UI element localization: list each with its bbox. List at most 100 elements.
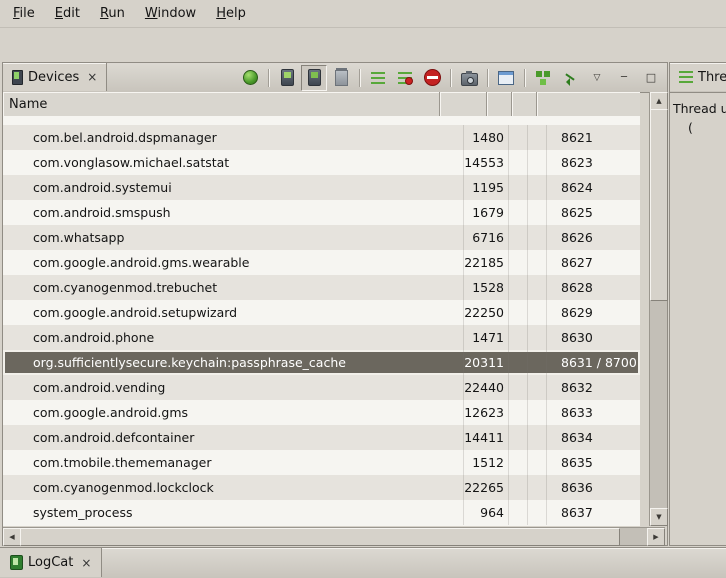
tab-logcat-close-icon[interactable]: ×	[81, 557, 91, 569]
update-heap-button[interactable]	[274, 65, 300, 91]
cell-port: 8624	[547, 175, 640, 200]
cell-pid: 22265	[464, 475, 509, 500]
cell-pid: 22250	[464, 300, 509, 325]
cell-name: com.vonglasow.michael.satstat	[3, 150, 464, 175]
horizontal-scrollbar[interactable]: ◀ ▶	[3, 527, 665, 545]
menu-help[interactable]: Help	[207, 2, 257, 25]
update-heap-icon	[281, 69, 294, 86]
cell-c3	[509, 325, 528, 350]
tab-logcat[interactable]: LogCat ×	[0, 548, 102, 577]
cell-c4	[528, 425, 547, 450]
column-header-pid[interactable]	[440, 92, 487, 116]
tab-devices-label: Devices	[28, 70, 79, 85]
table-row[interactable]: com.android.vending224408632	[3, 375, 640, 400]
table-row[interactable]: com.tmobile.thememanager15128635	[3, 450, 640, 475]
menu-edit[interactable]: Edit	[46, 2, 91, 25]
cell-c3	[509, 500, 528, 525]
cell-name: com.cyanogenmod.trebuchet	[3, 275, 464, 300]
cell-name: com.android.smspush	[3, 200, 464, 225]
column-header-3[interactable]	[487, 92, 512, 116]
cell-pid: 1512	[464, 450, 509, 475]
scroll-up-button[interactable]: ▲	[650, 92, 668, 110]
cell-c3	[509, 175, 528, 200]
devices-toolbar: ▽─□	[237, 64, 664, 91]
cell-name: com.android.defcontainer	[3, 425, 464, 450]
column-header-4[interactable]	[512, 92, 537, 116]
system-ui-capture-icon	[498, 71, 514, 85]
cell-name: com.android.systemui	[3, 175, 464, 200]
screen-capture-button[interactable]	[456, 65, 482, 91]
logcat-icon	[10, 555, 23, 570]
cell-pid: 964	[464, 500, 509, 525]
cell-c4	[528, 225, 547, 250]
cell-port: 8634	[547, 425, 640, 450]
update-threads-button[interactable]	[365, 65, 391, 91]
table-row[interactable]: system_process9648637	[3, 500, 640, 525]
device-table-body: com.bel.android.dspmanager14808621com.vo…	[3, 116, 640, 526]
cell-name: com.whatsapp	[3, 225, 464, 250]
vertical-scrollbar-thumb[interactable]	[650, 109, 668, 301]
menu-window[interactable]: Window	[136, 2, 207, 25]
column-header-port[interactable]	[537, 92, 640, 116]
cell-c4	[528, 350, 547, 375]
toolbar-separator	[268, 69, 269, 87]
horizontal-scrollbar-thumb[interactable]	[20, 528, 620, 546]
menu-file[interactable]: File	[4, 2, 46, 25]
dump-hprof-button[interactable]	[301, 65, 327, 91]
cell-c4	[528, 450, 547, 475]
table-row[interactable]: com.android.smspush16798625	[3, 200, 640, 225]
table-row[interactable]: com.android.defcontainer144118634	[3, 425, 640, 450]
cell-pid: 22185	[464, 250, 509, 275]
column-header-name[interactable]: Name	[3, 92, 440, 116]
main-toolbar	[0, 28, 726, 60]
vertical-scrollbar[interactable]: ▲ ▼	[649, 92, 667, 526]
table-row[interactable]: com.android.phone14718630	[3, 325, 640, 350]
method-profiling-button[interactable]	[392, 65, 418, 91]
opengl-trace-button[interactable]	[557, 65, 583, 91]
menu-run[interactable]: Run	[91, 2, 136, 25]
cell-c4	[528, 375, 547, 400]
devices-tabbar: Devices × ▽─□	[3, 63, 667, 93]
table-row[interactable]: com.android.systemui11958624	[3, 175, 640, 200]
threads-message-line2: (	[673, 119, 726, 138]
system-ui-capture-button[interactable]	[493, 65, 519, 91]
cell-port: 8633	[547, 400, 640, 425]
cell-pid: 12623	[464, 400, 509, 425]
table-row[interactable]: com.cyanogenmod.trebuchet15288628	[3, 275, 640, 300]
scroll-right-button[interactable]: ▶	[647, 528, 665, 546]
tab-threads[interactable]: Threa	[670, 63, 726, 91]
table-row[interactable]: com.vonglasow.michael.satstat145538623	[3, 150, 640, 175]
method-profiling-icon	[398, 72, 412, 84]
devices-panel: Devices × ▽─□ Name com.bel.android.dspma…	[2, 62, 668, 546]
view-menu-button[interactable]: ▽	[584, 65, 610, 91]
scroll-down-button[interactable]: ▼	[650, 508, 668, 526]
view-hierarchy-button[interactable]	[530, 65, 556, 91]
table-row[interactable]: com.cyanogenmod.lockclock222658636	[3, 475, 640, 500]
tab-devices[interactable]: Devices ×	[3, 63, 107, 91]
table-row[interactable]: com.google.android.gms.wearable221858627	[3, 250, 640, 275]
threads-tabbar: Threa	[670, 63, 726, 93]
cell-port: 8630	[547, 325, 640, 350]
screen-capture-icon	[461, 73, 478, 86]
minimize-view-button[interactable]: ─	[611, 65, 637, 91]
cell-name: com.google.android.setupwizard	[3, 300, 464, 325]
menu-bar: FileEditRunWindowHelp	[0, 0, 726, 28]
cell-c4	[528, 150, 547, 175]
tab-devices-close-icon[interactable]: ×	[87, 71, 97, 83]
table-row[interactable]: org.sufficientlysecure.keychain:passphra…	[3, 350, 640, 375]
debug-process-button[interactable]	[237, 65, 263, 91]
cell-c4	[528, 325, 547, 350]
cell-name: com.android.phone	[3, 325, 464, 350]
stop-process-button[interactable]	[419, 65, 445, 91]
table-row[interactable]: com.bel.android.dspmanager14808621	[3, 125, 640, 150]
scroll-left-button[interactable]: ◀	[3, 528, 21, 546]
cell-name: com.tmobile.thememanager	[3, 450, 464, 475]
cause-gc-button[interactable]	[328, 65, 354, 91]
cell-c3	[509, 400, 528, 425]
table-row[interactable]: com.google.android.gms126238633	[3, 400, 640, 425]
cell-pid: 1679	[464, 200, 509, 225]
table-row[interactable]: com.google.android.setupwizard222508629	[3, 300, 640, 325]
maximize-view-button[interactable]: □	[638, 65, 664, 91]
table-row[interactable]: com.whatsapp67168626	[3, 225, 640, 250]
update-threads-icon	[371, 72, 385, 84]
